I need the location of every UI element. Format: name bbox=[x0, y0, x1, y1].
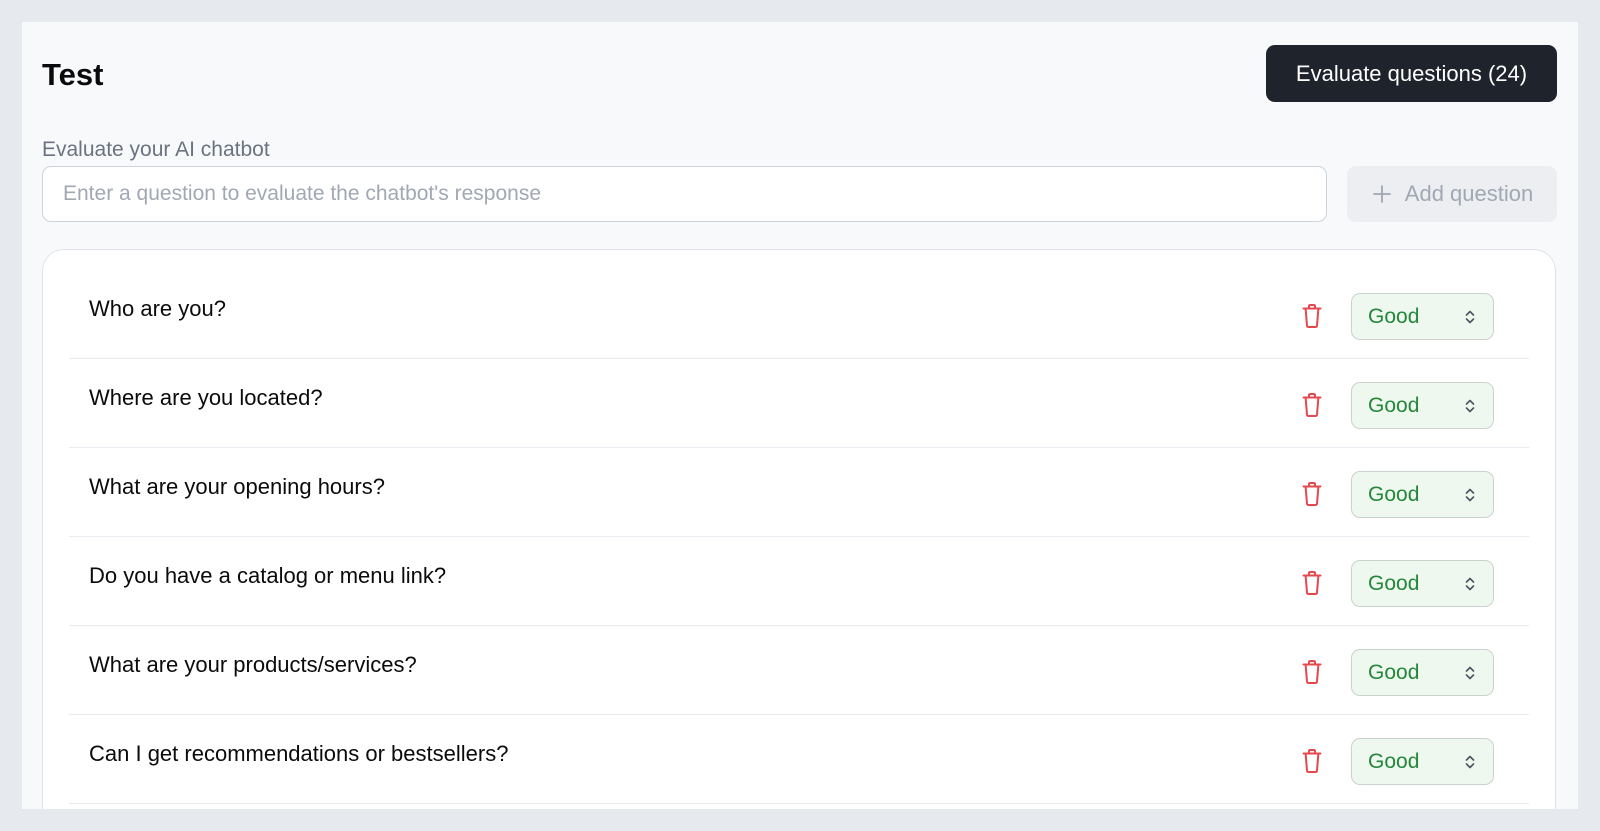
delete-question-button[interactable] bbox=[1298, 390, 1326, 420]
question-text: Do you have a catalog or menu link? bbox=[89, 563, 447, 588]
add-question-label: Add question bbox=[1404, 181, 1534, 206]
rating-value: Good bbox=[1368, 660, 1420, 684]
question-row: Who are you? Good bbox=[69, 270, 1529, 359]
add-question-button[interactable]: Add question bbox=[1347, 166, 1557, 222]
question-text: Can I get recommendations or bestsellers… bbox=[89, 741, 509, 766]
delete-question-button[interactable] bbox=[1298, 568, 1326, 598]
chevron-up-down-icon bbox=[1463, 664, 1477, 682]
rating-value: Good bbox=[1368, 571, 1420, 595]
delete-question-button[interactable] bbox=[1298, 301, 1326, 331]
delete-question-button[interactable] bbox=[1298, 746, 1326, 776]
trash-icon bbox=[1302, 660, 1322, 684]
rating-select[interactable]: Good bbox=[1351, 649, 1494, 696]
rating-select[interactable]: Good bbox=[1351, 382, 1494, 429]
question-text: Where are you located? bbox=[89, 385, 323, 410]
trash-icon bbox=[1302, 749, 1322, 773]
rating-value: Good bbox=[1368, 749, 1420, 773]
page-title: Test bbox=[42, 57, 104, 92]
page-subtitle: Evaluate your AI chatbot bbox=[42, 138, 270, 161]
trash-icon bbox=[1302, 571, 1322, 595]
rating-value: Good bbox=[1368, 393, 1420, 417]
question-row: What are your products/services? Good bbox=[69, 626, 1529, 715]
question-text: What are your opening hours? bbox=[89, 474, 385, 499]
question-text: What are your products/services? bbox=[89, 652, 417, 677]
chevron-up-down-icon bbox=[1463, 753, 1477, 771]
chevron-up-down-icon bbox=[1463, 575, 1477, 593]
question-text: Who are you? bbox=[89, 296, 226, 321]
chevron-up-down-icon bbox=[1463, 486, 1477, 504]
questions-list: Who are you? Good Where are you located? bbox=[69, 270, 1529, 804]
question-row: What are your opening hours? Good bbox=[69, 448, 1529, 537]
rating-select[interactable]: Good bbox=[1351, 560, 1494, 607]
question-input[interactable] bbox=[42, 166, 1327, 222]
question-row: Where are you located? Good bbox=[69, 359, 1529, 448]
questions-list-card: Who are you? Good Where are you located? bbox=[42, 249, 1556, 809]
evaluate-questions-button[interactable]: Evaluate questions (24) bbox=[1266, 45, 1557, 102]
delete-question-button[interactable] bbox=[1298, 657, 1326, 687]
delete-question-button[interactable] bbox=[1298, 479, 1326, 509]
question-row: Can I get recommendations or bestsellers… bbox=[69, 715, 1529, 804]
chevron-up-down-icon bbox=[1463, 308, 1477, 326]
main-panel: Test Evaluate your AI chatbot Evaluate q… bbox=[22, 22, 1578, 809]
trash-icon bbox=[1302, 393, 1322, 417]
rating-select[interactable]: Good bbox=[1351, 738, 1494, 785]
rating-value: Good bbox=[1368, 482, 1420, 506]
rating-value: Good bbox=[1368, 304, 1420, 328]
question-row: Do you have a catalog or menu link? Good bbox=[69, 537, 1529, 626]
plus-icon bbox=[1371, 183, 1393, 205]
trash-icon bbox=[1302, 482, 1322, 506]
chevron-up-down-icon bbox=[1463, 397, 1477, 415]
rating-select[interactable]: Good bbox=[1351, 471, 1494, 518]
trash-icon bbox=[1302, 304, 1322, 328]
rating-select[interactable]: Good bbox=[1351, 293, 1494, 340]
